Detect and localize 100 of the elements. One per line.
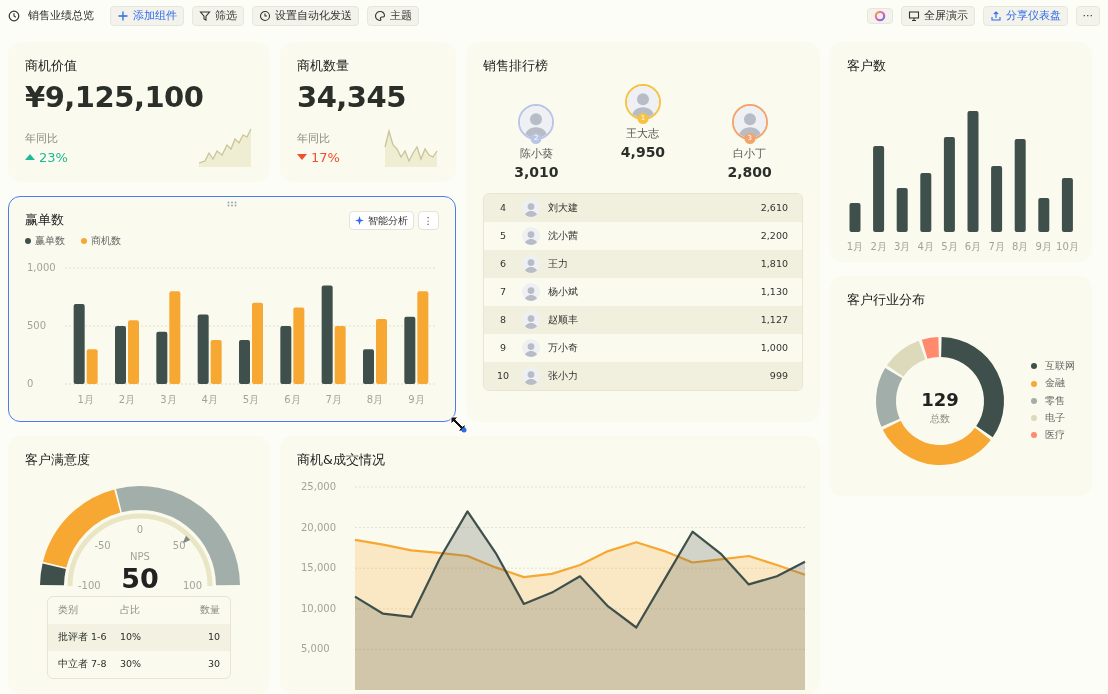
- toolbar-button[interactable]: 设置自动化发送: [252, 6, 359, 26]
- axis-label: 4月: [917, 240, 934, 252]
- rank-number: 5: [498, 229, 507, 244]
- sales-value: 1,130: [760, 285, 788, 300]
- card-title: 销售排行榜: [483, 57, 549, 75]
- ai-analysis-button[interactable]: 智能分析: [348, 211, 414, 230]
- axis-label: 8月: [1012, 240, 1029, 252]
- sales-value: 2,610: [760, 201, 788, 216]
- card-title: 赢单数: [25, 211, 64, 230]
- axis-label: 1,000: [27, 262, 56, 274]
- axis-label: 1月: [847, 240, 864, 252]
- axis-label: 3月: [160, 394, 177, 406]
- kpi-value: ¥9,125,100: [25, 79, 205, 115]
- column-header: 占比: [120, 603, 141, 618]
- change-value: 17%: [311, 148, 340, 167]
- toolbar-button[interactable]: 主题: [367, 6, 419, 26]
- toolbar-button[interactable]: 分享仪表盘: [982, 6, 1068, 26]
- rank-number: 7: [498, 285, 507, 300]
- sales-value: 999: [769, 369, 788, 384]
- axis-label: 6月: [284, 394, 301, 406]
- table-cell-text: 10: [206, 630, 220, 645]
- sales-value: 4,950: [620, 143, 666, 163]
- tick-label: -50: [94, 540, 111, 552]
- rank-number: 8: [498, 313, 507, 328]
- gauge-value: 50: [121, 562, 159, 590]
- person-name: 张小力: [548, 369, 579, 384]
- card-title: 客户满意度: [25, 451, 91, 469]
- card-title: 客户数: [847, 57, 887, 75]
- sales-value: 3,010: [514, 163, 559, 183]
- column-header: 数量: [199, 603, 220, 618]
- axis-label: 6月: [964, 240, 982, 252]
- person-name: 杨小斌: [548, 285, 579, 300]
- kpi-title: 商机价值: [25, 57, 78, 75]
- axis-label: 25,000: [301, 480, 336, 492]
- axis-label: 3月: [894, 240, 911, 252]
- axis-label: 9月: [408, 394, 425, 406]
- menu-button[interactable]: ⋮: [417, 211, 439, 230]
- axis-label: 9月: [1035, 240, 1052, 252]
- card-title: 客户行业分布: [847, 291, 926, 309]
- rank-number: 9: [498, 341, 507, 356]
- toolbar-button[interactable]: ···: [1075, 6, 1100, 26]
- axis-label: 2月: [118, 394, 136, 406]
- card-title: 商机&成交情况: [297, 451, 386, 469]
- table-cell-text: 批评者 1-6: [58, 630, 108, 645]
- axis-label: 1月: [77, 394, 94, 406]
- person-name: 万小奇: [548, 341, 579, 356]
- sales-value: 2,800: [727, 163, 772, 183]
- table-cell-text: 30: [206, 657, 220, 672]
- table-cell-text: 中立者 7-8: [58, 657, 108, 672]
- axis-label: 500: [27, 320, 47, 332]
- legend-label: 电子: [1045, 410, 1065, 425]
- dashboard-title: 销售业绩总览: [28, 7, 94, 24]
- tick-label: 0: [136, 523, 144, 535]
- person-name: 王力: [548, 257, 569, 272]
- axis-label: 0: [27, 378, 34, 390]
- total-value: 129: [921, 388, 959, 410]
- toolbar-button[interactable]: 全屏演示: [900, 6, 975, 26]
- axis-label: 4月: [201, 394, 218, 406]
- compare-label: 年同比: [25, 131, 59, 147]
- axis-label: 15,000: [301, 561, 336, 573]
- toolbar-button[interactable]: 筛选: [192, 6, 244, 26]
- column-header: 类别: [58, 603, 79, 618]
- person-name: 沈小茜: [548, 229, 579, 244]
- axis-label: 5,000: [301, 643, 330, 655]
- kpi-value: 34,345: [297, 79, 407, 115]
- tick-label: -100: [78, 579, 101, 590]
- axis-label: 5月: [941, 240, 958, 252]
- legend-label: 赢单数: [35, 234, 65, 248]
- legend-label: 医疗: [1045, 428, 1065, 443]
- sales-value: 1,000: [760, 341, 788, 356]
- axis-label: 10月: [1056, 240, 1079, 252]
- sales-value: 2,200: [760, 229, 788, 244]
- tick-label: 100: [182, 579, 202, 590]
- person-name: 赵顺丰: [548, 313, 579, 328]
- legend-label: 金融: [1045, 376, 1065, 391]
- axis-label: 20,000: [301, 521, 336, 533]
- tick-label: 50: [172, 540, 186, 552]
- person-name: 王大志: [626, 125, 660, 142]
- toolbar-button[interactable]: 添加组件: [110, 6, 184, 26]
- compare-label: 年同比: [297, 131, 331, 147]
- sales-value: 1,810: [760, 257, 788, 272]
- axis-label: 2月: [870, 240, 887, 252]
- table-cell-text: 30%: [120, 657, 143, 672]
- axis-label: 7月: [988, 240, 1005, 252]
- axis-label: 7月: [325, 394, 342, 406]
- legend-label: 商机数: [91, 234, 121, 248]
- person-name: 陈小葵: [519, 145, 553, 162]
- sales-value: 1,127: [760, 313, 788, 328]
- person-name: 白小丁: [733, 145, 767, 162]
- rank-number: 6: [498, 257, 507, 272]
- axis-label: 5月: [242, 394, 260, 406]
- rank-number: 4: [498, 201, 507, 216]
- change-value: 23%: [39, 148, 68, 167]
- gauge-caption: NPS: [130, 550, 150, 562]
- person-name: 刘大建: [548, 201, 579, 216]
- kpi-title: 商机数量: [297, 57, 350, 75]
- table-cell-text: 10%: [120, 630, 143, 645]
- axis-label: 8月: [366, 394, 384, 406]
- rank-number: 10: [495, 369, 511, 384]
- legend-label: 互联网: [1045, 359, 1075, 374]
